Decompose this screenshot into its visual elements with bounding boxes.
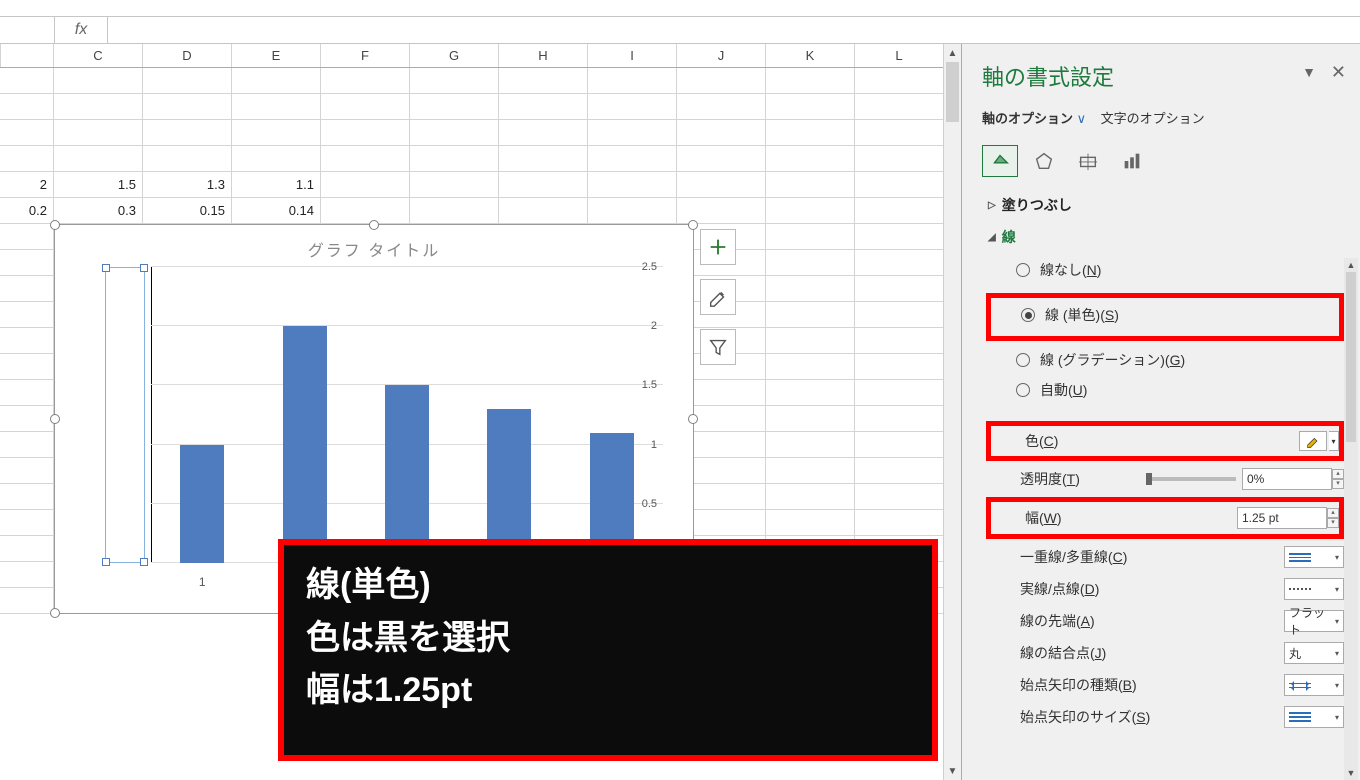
col-header[interactable]: C	[54, 44, 143, 67]
prop-begin-size[interactable]: 始点矢印のサイズ(S) ▾	[986, 701, 1344, 733]
scroll-down-icon[interactable]: ▼	[944, 762, 961, 780]
cell[interactable]: 0.2	[0, 198, 54, 224]
prop-compound[interactable]: 一重線/多重線(C) ▾	[986, 541, 1344, 573]
col-header[interactable]: L	[855, 44, 944, 67]
dropdown-icon[interactable]: ▾	[1329, 431, 1339, 451]
section-fill[interactable]: ▷ 塗りつぶし	[986, 189, 1344, 221]
chevron-right-icon: ▷	[988, 200, 996, 211]
radio-line-gradient[interactable]: 線 (グラデーション)(G)	[1016, 345, 1344, 375]
vertical-scrollbar[interactable]: ▲ ▼	[943, 44, 961, 780]
chart-plot-area[interactable]: 0 0.5 1 1.5 2 2.5 12345	[105, 267, 663, 563]
section-line[interactable]: ◢ 線	[986, 221, 1344, 253]
prop-color[interactable]: 色(C) ▾	[991, 426, 1339, 456]
worksheet-area: C D E F G H I J K L 2 1.5 1.3 1.1	[0, 44, 962, 780]
chart-filter-button[interactable]	[700, 329, 736, 365]
radio-line-none[interactable]: 線なし(N)	[1016, 255, 1344, 285]
prop-begin-arrow[interactable]: 始点矢印の種類(B) ▾	[986, 669, 1344, 701]
cell[interactable]: 1.5	[54, 172, 143, 198]
width-value[interactable]: 1.25 pt	[1237, 507, 1327, 529]
panel-title: 軸の書式設定	[982, 54, 1344, 106]
close-icon[interactable]: ✕	[1331, 62, 1346, 83]
prop-dash[interactable]: 実線/点線(D) ▾	[986, 573, 1344, 605]
col-header[interactable]: J	[677, 44, 766, 67]
table-row: 2 1.5 1.3 1.1	[0, 172, 961, 198]
cell[interactable]: 0.14	[232, 198, 321, 224]
compound-combo[interactable]: ▾	[1284, 546, 1344, 568]
cap-combo[interactable]: フラット▾	[1284, 610, 1344, 632]
tab-text-options[interactable]: 文字のオプション	[1101, 111, 1205, 126]
col-header[interactable]: K	[766, 44, 855, 67]
transparency-slider[interactable]	[1146, 477, 1236, 481]
resize-handle[interactable]	[688, 414, 698, 424]
prop-join[interactable]: 線の結合点(J) 丸▾	[986, 637, 1344, 669]
panel-scrollbar[interactable]: ▲ ▼	[1344, 258, 1358, 780]
column-headers: C D E F G H I J K L	[0, 44, 961, 68]
radio-line-solid[interactable]: 線 (単色)(S)	[1021, 300, 1339, 330]
annotation-line: 色は黒を選択	[306, 612, 910, 665]
transparency-value[interactable]: 0%	[1242, 468, 1332, 490]
cell[interactable]: 2	[0, 172, 54, 198]
radio-line-auto[interactable]: 自動(U)	[1016, 375, 1344, 405]
begin-size-combo[interactable]: ▾	[1284, 706, 1344, 728]
size-properties-icon[interactable]	[1070, 145, 1106, 177]
y-axis-selected[interactable]	[105, 267, 145, 563]
cell[interactable]: 0.3	[54, 198, 143, 224]
tab-axis-options[interactable]: 軸のオプション	[982, 111, 1073, 126]
join-combo[interactable]: 丸▾	[1284, 642, 1344, 664]
highlight-box-width: 幅(W) 1.25 pt ▴▾	[986, 497, 1344, 539]
axis-options-icon[interactable]	[1114, 145, 1150, 177]
resize-handle[interactable]	[50, 608, 60, 618]
fill-line-icon[interactable]	[982, 145, 1018, 177]
chart-side-buttons	[700, 229, 736, 365]
prop-transparency[interactable]: 透明度(T) 0% ▴▾	[986, 463, 1344, 495]
prop-cap[interactable]: 線の先端(A) フラット▾	[986, 605, 1344, 637]
scroll-up-icon[interactable]: ▲	[944, 44, 961, 62]
panel-menu-icon[interactable]: ▼	[1302, 64, 1316, 80]
annotation-line: 幅は1.25pt	[306, 664, 910, 717]
cell[interactable]: 1.1	[232, 172, 321, 198]
format-axis-panel: 軸の書式設定 ▼ ✕ 軸のオプション ∨ 文字のオプション ▷	[962, 44, 1360, 780]
resize-handle[interactable]	[50, 220, 60, 230]
resize-handle[interactable]	[369, 220, 379, 230]
table-row: 0.2 0.3 0.15 0.14	[0, 198, 961, 224]
chart-elements-button[interactable]	[700, 229, 736, 265]
col-header[interactable]: I	[588, 44, 677, 67]
x-axis-label: 1	[180, 575, 224, 589]
col-header[interactable]: D	[143, 44, 232, 67]
col-header[interactable]: H	[499, 44, 588, 67]
cell[interactable]: 1.3	[143, 172, 232, 198]
scroll-down-icon[interactable]: ▼	[1344, 766, 1358, 780]
begin-arrow-combo[interactable]: ▾	[1284, 674, 1344, 696]
fx-label: fx	[54, 17, 108, 43]
color-picker-icon[interactable]	[1299, 431, 1327, 451]
chart-title[interactable]: グラフ タイトル	[55, 225, 693, 261]
cell[interactable]: 0.15	[143, 198, 232, 224]
chart-bar[interactable]	[180, 445, 224, 563]
resize-handle[interactable]	[688, 220, 698, 230]
highlight-box-color: 色(C) ▾	[986, 421, 1344, 461]
formula-bar: fx	[0, 16, 1360, 44]
col-header[interactable]: G	[410, 44, 499, 67]
annotation-line: 線(単色)	[306, 559, 910, 612]
panel-tabs: 軸のオプション ∨ 文字のオプション	[982, 106, 1344, 141]
chevron-down-icon: ◢	[988, 232, 996, 243]
formula-input[interactable]	[108, 17, 1360, 43]
prop-width[interactable]: 幅(W) 1.25 pt ▴▾	[991, 502, 1339, 534]
chart-styles-button[interactable]	[700, 279, 736, 315]
col-header[interactable]: F	[321, 44, 410, 67]
scroll-up-icon[interactable]: ▲	[1344, 258, 1358, 272]
col-header[interactable]: E	[232, 44, 321, 67]
highlight-box-solid: 線 (単色)(S)	[986, 293, 1344, 341]
scroll-thumb[interactable]	[1346, 272, 1356, 442]
effects-icon[interactable]	[1026, 145, 1062, 177]
dash-combo[interactable]: ▾	[1284, 578, 1344, 600]
resize-handle[interactable]	[50, 414, 60, 424]
annotation-overlay: 線(単色) 色は黒を選択 幅は1.25pt	[278, 539, 938, 761]
chart-bar[interactable]	[283, 326, 327, 563]
chart-bar[interactable]	[385, 385, 429, 563]
scroll-thumb[interactable]	[946, 62, 959, 122]
